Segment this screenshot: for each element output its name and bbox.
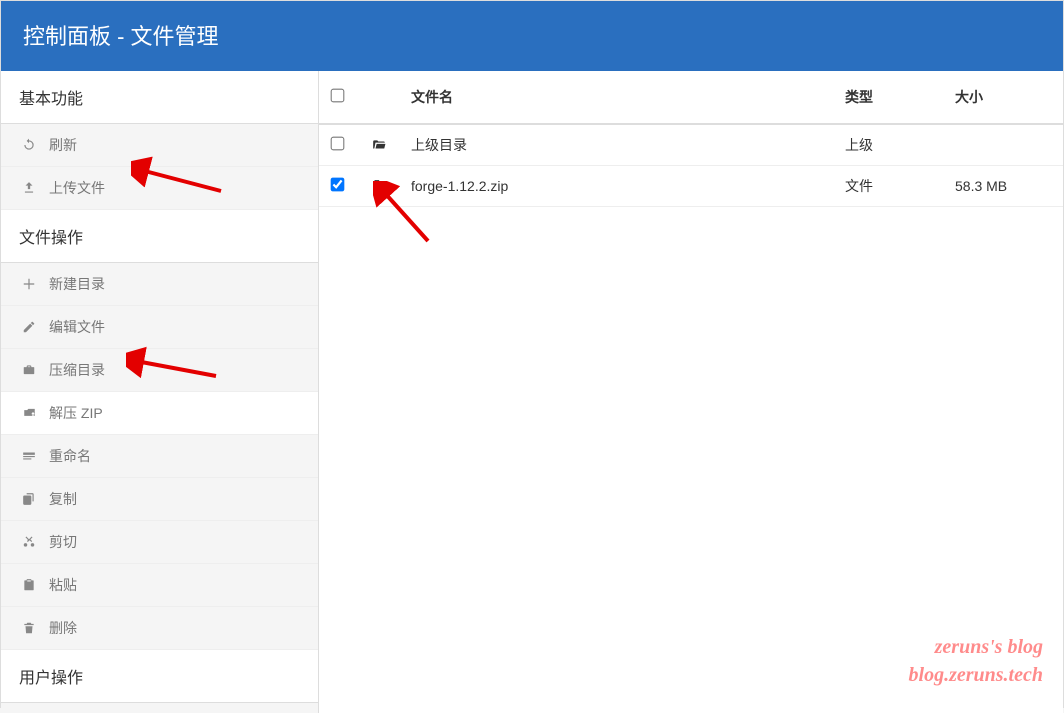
row-type: 文件 xyxy=(833,166,943,207)
sidebar-item-copy[interactable]: 复制 xyxy=(1,478,318,521)
row-checkbox[interactable] xyxy=(331,137,345,151)
sidebar-section-basic: 基本功能 xyxy=(1,71,318,124)
file-panel: 文件名 类型 大小 上级目录 上级 xyxy=(319,71,1063,713)
folder-open-icon xyxy=(359,124,399,166)
sidebar-item-label: 删除 xyxy=(49,618,77,638)
sidebar-item-label: 上传文件 xyxy=(49,178,105,198)
sidebar-item-refresh[interactable]: 刷新 xyxy=(1,124,318,167)
table-row[interactable]: 上级目录 上级 xyxy=(319,124,1063,166)
table-row[interactable]: forge-1.12.2.zip 文件 58.3 MB xyxy=(319,166,1063,207)
row-size xyxy=(943,124,1063,166)
select-all-checkbox[interactable] xyxy=(331,89,345,103)
sidebar-item-label: 新建目录 xyxy=(49,274,105,294)
sidebar-item-label: 复制 xyxy=(49,489,77,509)
row-name[interactable]: 上级目录 xyxy=(399,124,833,166)
plus-icon xyxy=(19,277,39,291)
file-table: 文件名 类型 大小 上级目录 上级 xyxy=(319,71,1063,207)
copy-icon xyxy=(19,492,39,506)
sidebar-section-fileops: 文件操作 xyxy=(1,210,318,263)
rename-icon xyxy=(19,449,39,463)
trash-icon xyxy=(19,621,39,635)
sidebar-item-label: 剪切 xyxy=(49,532,77,552)
sidebar-item-paste[interactable]: 粘贴 xyxy=(1,564,318,607)
sidebar-item-tips[interactable]: 使用提示 xyxy=(1,703,318,713)
sidebar-item-edit-file[interactable]: 编辑文件 xyxy=(1,306,318,349)
sidebar-item-unzip[interactable]: 解压 ZIP xyxy=(1,392,318,435)
row-checkbox[interactable] xyxy=(331,178,345,192)
sidebar-item-rename[interactable]: 重命名 xyxy=(1,435,318,478)
sidebar-item-label: 重命名 xyxy=(49,446,91,466)
sidebar-item-label: 编辑文件 xyxy=(49,317,105,337)
sidebar-item-label: 刷新 xyxy=(49,135,77,155)
sidebar: 基本功能 刷新 上传文件 文件操作 新建目录 xyxy=(1,71,319,713)
row-type: 上级 xyxy=(833,124,943,166)
sidebar-item-label: 压缩目录 xyxy=(49,360,105,380)
header-icon xyxy=(359,71,399,124)
refresh-icon xyxy=(19,138,39,152)
pencil-icon xyxy=(19,320,39,334)
cut-icon xyxy=(19,535,39,549)
header-size: 大小 xyxy=(943,71,1063,124)
row-name[interactable]: forge-1.12.2.zip xyxy=(399,166,833,207)
header-check[interactable] xyxy=(319,71,359,124)
sidebar-item-label: 解压 ZIP xyxy=(49,403,103,423)
briefcase-icon xyxy=(19,363,39,377)
sidebar-item-delete[interactable]: 删除 xyxy=(1,607,318,650)
file-icon xyxy=(359,166,399,207)
sidebar-item-new-folder[interactable]: 新建目录 xyxy=(1,263,318,306)
upload-icon xyxy=(19,181,39,195)
paste-icon xyxy=(19,578,39,592)
sidebar-item-compress[interactable]: 压缩目录 xyxy=(1,349,318,392)
sidebar-item-upload[interactable]: 上传文件 xyxy=(1,167,318,210)
unzip-icon xyxy=(19,406,39,420)
header-title-text: 控制面板 - 文件管理 xyxy=(23,24,219,49)
sidebar-section-userops: 用户操作 xyxy=(1,650,318,703)
sidebar-item-cut[interactable]: 剪切 xyxy=(1,521,318,564)
sidebar-item-label: 粘贴 xyxy=(49,575,77,595)
page-title: 控制面板 - 文件管理 xyxy=(1,1,1063,71)
header-type: 类型 xyxy=(833,71,943,124)
table-header-row: 文件名 类型 大小 xyxy=(319,71,1063,124)
header-name: 文件名 xyxy=(399,71,833,124)
row-size: 58.3 MB xyxy=(943,166,1063,207)
